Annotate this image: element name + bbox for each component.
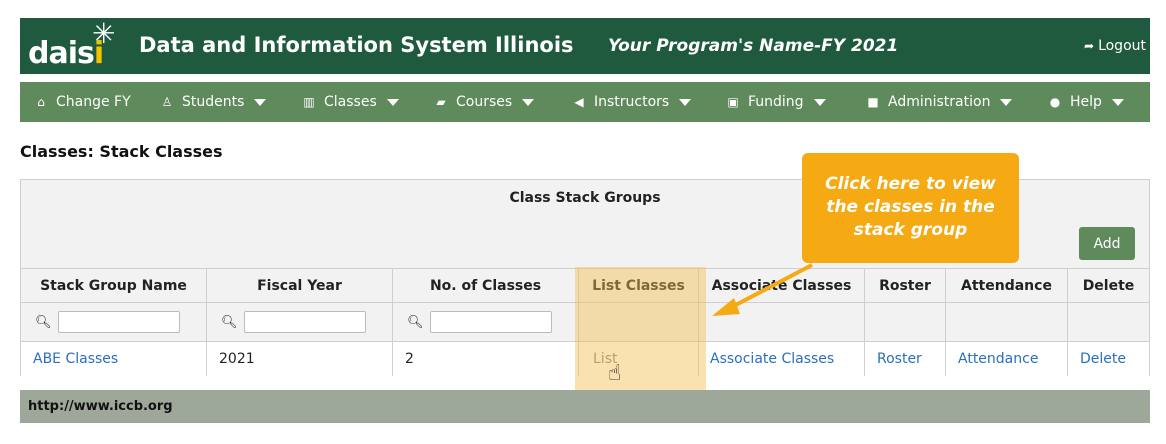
search-icon: 🔍︎	[35, 314, 52, 330]
daisi-logo[interactable]: daisi ✳	[26, 20, 126, 72]
building-icon: ▥	[303, 95, 315, 109]
associate-classes-link[interactable]: Associate Classes	[710, 351, 834, 367]
column-header-delete: Delete	[1068, 269, 1149, 303]
add-button[interactable]: Add	[1079, 227, 1135, 260]
stack-group-link[interactable]: ABE Classes	[33, 351, 118, 367]
filter-cell-empty	[579, 303, 699, 342]
table-row-cell-list: List	[579, 342, 699, 376]
nav-item-courses[interactable]: ▰ Courses	[434, 94, 535, 110]
chevron-down-icon	[386, 98, 399, 106]
filter-cell-empty	[865, 303, 946, 342]
folder-icon: ■	[867, 95, 879, 109]
table-row-cell-delete: Delete	[1068, 342, 1149, 376]
roster-link[interactable]: Roster	[877, 351, 922, 367]
table-row-cell-fiscal-year: 2021	[207, 342, 393, 376]
column-header-associate-classes: Associate Classes	[699, 269, 865, 303]
question-icon: ●	[1049, 95, 1061, 109]
filter-cell: 🔍︎	[393, 303, 579, 342]
column-header-no-of-classes[interactable]: No. of Classes	[393, 269, 579, 303]
program-name: Your Program's Name-FY 2021	[608, 36, 899, 56]
nav-item-change-fy[interactable]: ⌂ Change FY	[34, 94, 130, 110]
column-header-list-classes: List Classes	[579, 269, 699, 303]
filter-cell-empty	[1068, 303, 1149, 342]
nav-item-funding[interactable]: ▣ Funding	[726, 94, 826, 110]
chevron-down-icon	[813, 98, 826, 106]
person-icon: ♙	[161, 95, 173, 109]
bullhorn-icon: ◀	[574, 95, 584, 109]
chevron-down-icon	[679, 98, 692, 106]
filter-cell-empty	[946, 303, 1068, 342]
attendance-link[interactable]: Attendance	[958, 351, 1038, 367]
nav-item-instructors[interactable]: ◀ Instructors	[572, 94, 692, 110]
table-row-cell-attendance: Attendance	[946, 342, 1068, 376]
filter-cell: 🔍︎	[21, 303, 207, 342]
main-nav: ⌂ Change FY ♙ Students ▥ Classes ▰ Courses ◀…	[20, 82, 1150, 122]
column-header-roster: Roster	[865, 269, 946, 303]
chevron-down-icon	[1111, 98, 1124, 106]
logout-icon: ➦	[1084, 39, 1095, 53]
logo-star-icon: ✳	[92, 17, 116, 50]
column-header-stack-group-name[interactable]: Stack Group Name	[21, 269, 207, 303]
book-icon: ▰	[436, 95, 446, 109]
column-header-fiscal-year[interactable]: Fiscal Year	[207, 269, 393, 303]
instruction-callout: Click here to view the classes in the st…	[802, 153, 1019, 263]
table-row-cell-roster: Roster	[865, 342, 946, 376]
filter-cell: 🔍︎	[207, 303, 393, 342]
table-row-cell-associate: Associate Classes	[699, 342, 865, 376]
nav-item-administration[interactable]: ■ Administration	[866, 94, 1013, 110]
app-header: daisi ✳ Data and Information System Illi…	[20, 18, 1150, 74]
filter-input-fiscal-year[interactable]	[243, 311, 366, 333]
footer-url[interactable]: http://www.iccb.org	[20, 390, 1150, 423]
search-icon: 🔍︎	[407, 314, 424, 330]
filter-input-stack-group-name[interactable]	[57, 311, 180, 333]
nav-item-students[interactable]: ♙ Students	[160, 94, 267, 110]
chevron-down-icon	[254, 98, 267, 106]
money-icon: ▣	[727, 95, 739, 109]
chevron-down-icon	[1000, 98, 1013, 106]
table-row-cell-name: ABE Classes	[21, 342, 207, 376]
delete-link[interactable]: Delete	[1080, 351, 1126, 367]
nav-item-classes[interactable]: ▥ Classes	[302, 94, 399, 110]
site-title: Data and Information System Illinois	[139, 33, 574, 57]
logout-link[interactable]: ➦ Logout	[1084, 38, 1146, 54]
column-header-attendance: Attendance	[946, 269, 1068, 303]
page-title: Classes: Stack Classes	[20, 142, 223, 161]
pointer-hand-icon: ☝	[608, 361, 622, 386]
search-icon: 🔍︎	[221, 314, 238, 330]
filter-input-no-of-classes[interactable]	[429, 311, 552, 333]
table-row-cell-num-classes: 2	[393, 342, 579, 376]
nav-item-help[interactable]: ● Help	[1048, 94, 1124, 110]
chevron-down-icon	[522, 98, 535, 106]
filter-cell-empty	[699, 303, 865, 342]
home-icon: ⌂	[37, 95, 45, 109]
